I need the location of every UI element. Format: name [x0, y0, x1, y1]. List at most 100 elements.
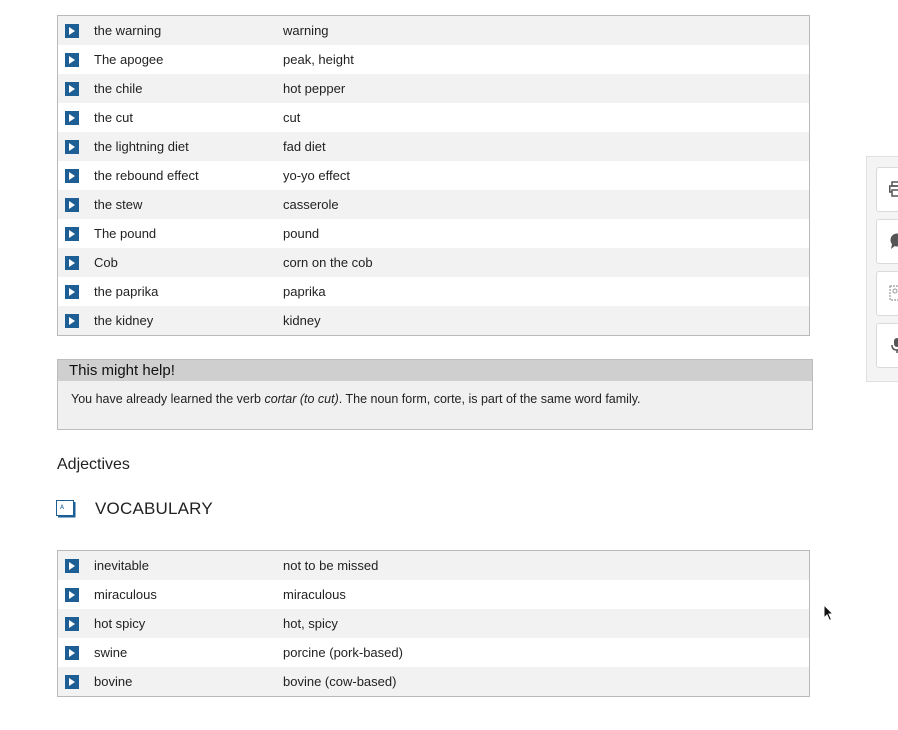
play-icon [69, 229, 75, 238]
section-heading: Adjectives [57, 456, 130, 473]
play-icon [69, 619, 75, 628]
meaning-cell: paprika [283, 284, 326, 299]
table-row: the chile hot pepper [58, 74, 809, 103]
table-row: the lightning diet fad diet [58, 132, 809, 161]
play-icon [69, 677, 75, 686]
table-row: the kidney kidney [58, 306, 809, 335]
play-icon [69, 84, 75, 93]
play-audio-button[interactable] [65, 23, 79, 38]
help-box-title: This might help! [58, 360, 812, 381]
play-icon [69, 55, 75, 64]
term-cell: The apogee [94, 52, 164, 67]
meaning-cell: bovine (cow-based) [283, 674, 397, 689]
term-cell: the lightning diet [94, 139, 189, 154]
meaning-cell: casserole [283, 197, 339, 212]
play-audio-button[interactable] [65, 255, 79, 270]
table-row: the warning warning [58, 16, 809, 45]
term-cell: Cob [94, 255, 118, 270]
comment-icon [890, 233, 898, 249]
table-row: bovine bovine (cow-based) [58, 667, 809, 696]
play-audio-button[interactable] [65, 168, 79, 183]
play-audio-button[interactable] [65, 587, 79, 602]
play-audio-button[interactable] [65, 616, 79, 631]
table-row: swine porcine (pork-based) [58, 638, 809, 667]
vocabulary-label: VOCABULARY [95, 499, 213, 518]
play-audio-button[interactable] [65, 81, 79, 96]
meaning-cell: kidney [283, 313, 321, 328]
help-text-italic: cortar (to cut) [264, 392, 339, 406]
play-audio-button[interactable] [65, 674, 79, 689]
play-icon [69, 142, 75, 151]
meaning-cell: fad diet [283, 139, 326, 154]
meaning-cell: not to be missed [283, 558, 379, 573]
meaning-cell: hot pepper [283, 81, 346, 96]
play-audio-button[interactable] [65, 558, 79, 573]
play-audio-button[interactable] [65, 110, 79, 125]
play-audio-button[interactable] [65, 52, 79, 67]
microphone-icon [891, 338, 898, 353]
table-row: hot spicy hot, spicy [58, 609, 809, 638]
play-audio-button[interactable] [65, 284, 79, 299]
table-row: the rebound effect yo-yo effect [58, 161, 809, 190]
term-cell: the cut [94, 110, 134, 125]
adjectives-table: inevitable not to be missed miraculous m… [57, 550, 810, 697]
help-text-before: You have already learned the verb [71, 392, 265, 406]
play-audio-button[interactable] [65, 226, 79, 241]
play-icon [69, 648, 75, 657]
microphone-button[interactable] [876, 323, 898, 368]
term-cell: The pound [94, 226, 157, 241]
term-cell: inevitable [94, 558, 149, 573]
print-button[interactable] [876, 167, 898, 212]
table-row: the paprika paprika [58, 277, 809, 306]
vocabulary-header: A VOCABULARY [56, 499, 213, 519]
print-icon [889, 181, 898, 197]
meaning-cell: warning [283, 23, 329, 38]
play-icon [69, 316, 75, 325]
side-toolbar [866, 156, 898, 382]
meaning-cell: miraculous [283, 587, 346, 602]
nouns-table: the warning warning The apogee peak, hei… [57, 15, 810, 336]
meaning-cell: cut [283, 110, 301, 125]
table-row: the cut cut [58, 103, 809, 132]
play-icon [69, 113, 75, 122]
table-row: inevitable not to be missed [58, 551, 809, 580]
table-row: miraculous miraculous [58, 580, 809, 609]
play-icon [69, 561, 75, 570]
term-cell: swine [94, 645, 128, 660]
table-row: The pound pound [58, 219, 809, 248]
term-cell: the warning [94, 23, 162, 38]
book-icon: A [56, 500, 76, 518]
play-icon [69, 258, 75, 267]
play-icon [69, 26, 75, 35]
term-cell: the chile [94, 81, 143, 96]
image-icon [889, 285, 898, 301]
term-cell: the stew [94, 197, 143, 212]
play-audio-button[interactable] [65, 139, 79, 154]
mouse-cursor-icon [823, 604, 835, 622]
meaning-cell: yo-yo effect [283, 168, 350, 183]
play-icon [69, 590, 75, 599]
term-cell: hot spicy [94, 616, 146, 631]
help-box-text: You have already learned the verb cortar… [58, 381, 812, 406]
play-audio-button[interactable] [65, 313, 79, 328]
play-audio-button[interactable] [65, 197, 79, 212]
term-cell: the kidney [94, 313, 154, 328]
meaning-cell: pound [283, 226, 320, 241]
play-audio-button[interactable] [65, 645, 79, 660]
play-icon [69, 200, 75, 209]
play-icon [69, 287, 75, 296]
meaning-cell: porcine (pork-based) [283, 645, 403, 660]
term-cell: bovine [94, 674, 133, 689]
meaning-cell: hot, spicy [283, 616, 338, 631]
term-cell: the rebound effect [94, 168, 199, 183]
table-row: the stew casserole [58, 190, 809, 219]
meaning-cell: corn on the cob [283, 255, 373, 270]
table-row: The apogee peak, height [58, 45, 809, 74]
help-text-after: . The noun form, corte, is part of the s… [338, 392, 641, 406]
comment-button[interactable] [876, 219, 898, 264]
table-row: Cob corn on the cob [58, 248, 809, 277]
term-cell: the paprika [94, 284, 159, 299]
term-cell: miraculous [94, 587, 157, 602]
help-box: This might help! You have already learne… [57, 359, 813, 430]
image-button[interactable] [876, 271, 898, 316]
